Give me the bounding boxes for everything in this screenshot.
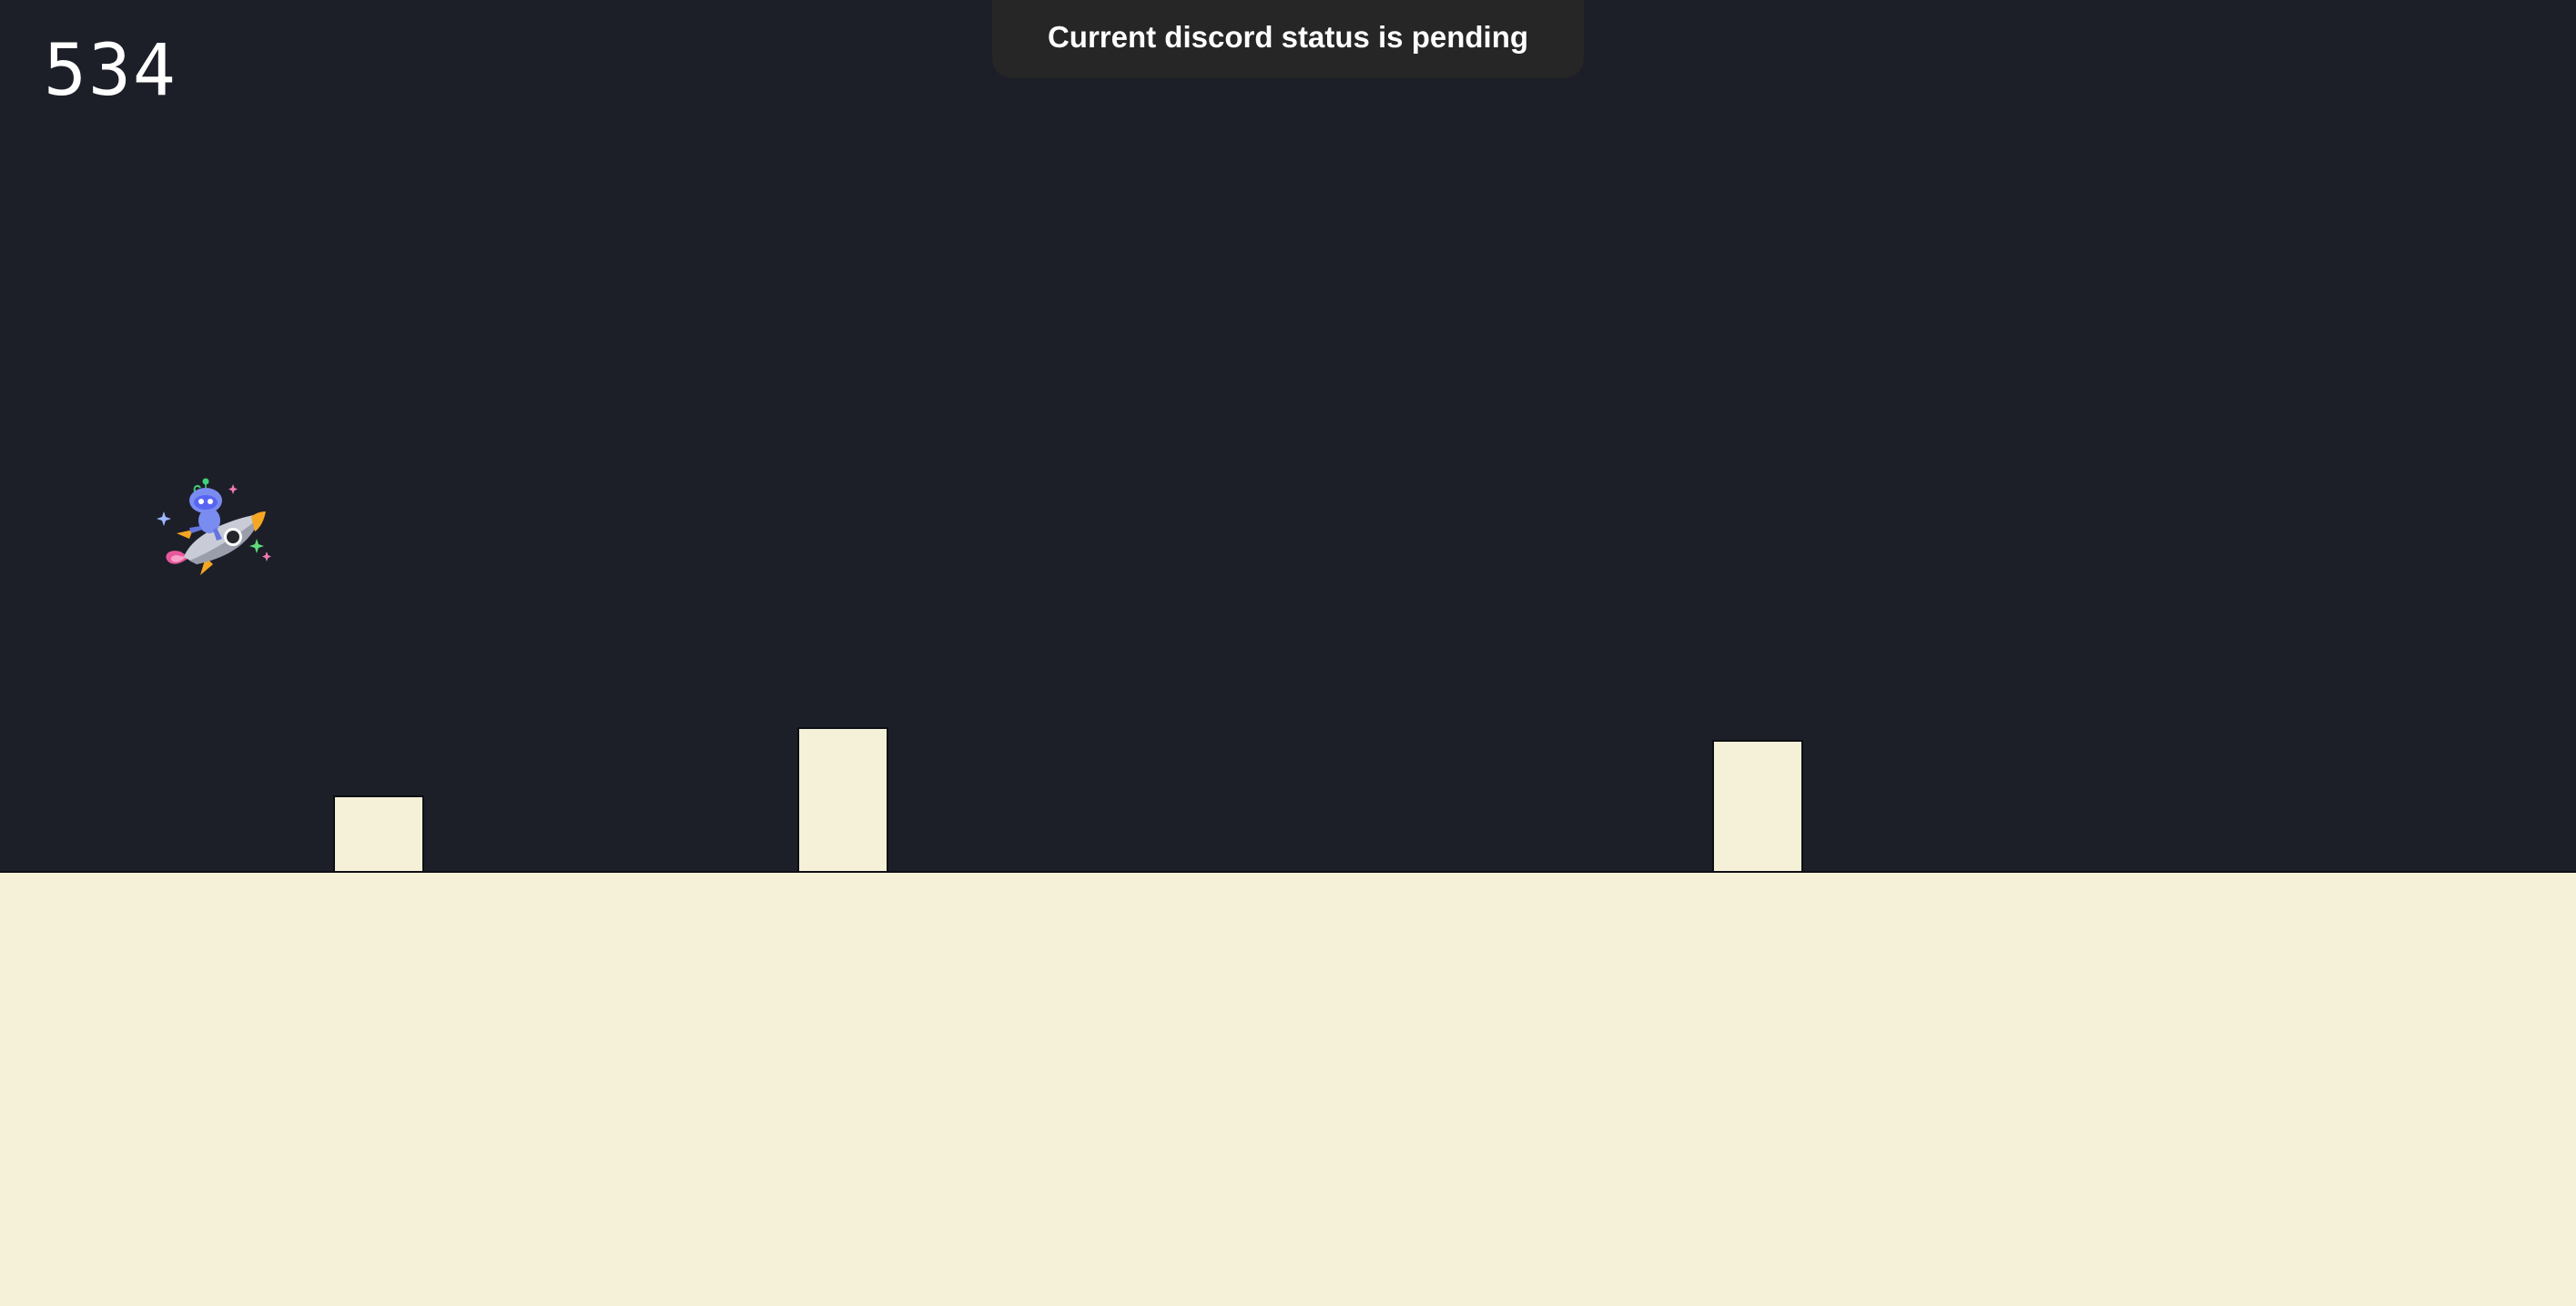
ground: [0, 871, 2576, 1306]
discord-mascot-rocket-icon: [157, 478, 271, 575]
game-canvas[interactable]: 534 Current discord status is pending: [0, 0, 2576, 1306]
status-toast: Current discord status is pending: [992, 0, 1584, 78]
score-counter: 534: [44, 30, 177, 112]
obstacle-1: [333, 795, 424, 872]
obstacle-3: [1712, 740, 1803, 872]
obstacle-2: [797, 727, 888, 872]
status-toast-text: Current discord status is pending: [1047, 20, 1529, 54]
player-character: [153, 473, 280, 582]
